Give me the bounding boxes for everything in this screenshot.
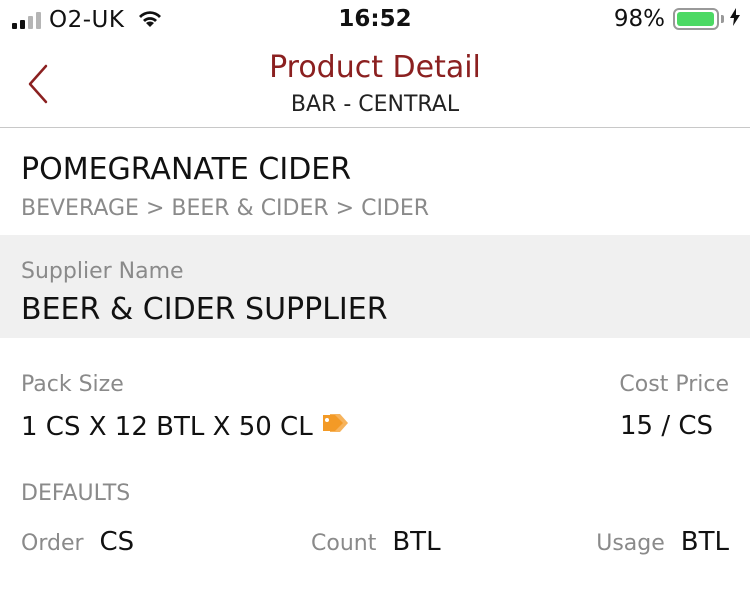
cost-price-value: 15 / CS (619, 411, 713, 441)
pack-size-value: 1 CS X 12 BTL X 50 CL (21, 411, 313, 442)
pack-size-label: Pack Size (21, 372, 124, 397)
default-order: Order CS (21, 527, 134, 557)
defaults-heading: DEFAULTS (21, 481, 131, 506)
order-label: Order (21, 531, 84, 556)
usage-label: Usage (596, 531, 665, 556)
product-name: POMEGRANATE CIDER (21, 152, 352, 187)
navigation-bar: Product Detail BAR - CENTRAL (0, 40, 750, 128)
order-value: CS (99, 527, 135, 557)
count-label: Count (311, 531, 377, 556)
status-right: 98% (614, 6, 740, 32)
default-usage: Usage BTL (596, 527, 729, 557)
charging-bolt-icon (730, 8, 740, 30)
usage-value: BTL (680, 527, 729, 557)
category-breadcrumb: BEVERAGE > BEER & CIDER > CIDER (21, 196, 430, 221)
supplier-name: BEER & CIDER SUPPLIER (21, 292, 388, 327)
supplier-label: Supplier Name (21, 259, 184, 284)
status-bar: O2-UK 16:52 98% (0, 0, 750, 40)
default-count: Count BTL (311, 527, 441, 557)
price-tag-icon[interactable] (321, 411, 349, 442)
battery-icon (673, 8, 719, 30)
location-subtitle: BAR - CENTRAL (290, 92, 460, 117)
battery-cap (721, 15, 724, 23)
page-title: Product Detail (269, 50, 481, 85)
supplier-section: Supplier Name BEER & CIDER SUPPLIER (0, 235, 750, 338)
count-value: BTL (392, 527, 441, 557)
pack-size-row: 1 CS X 12 BTL X 50 CL (21, 411, 349, 442)
battery-percent: 98% (613, 6, 665, 32)
battery-level-fill (677, 12, 715, 26)
cost-price-label: Cost Price (619, 372, 729, 397)
